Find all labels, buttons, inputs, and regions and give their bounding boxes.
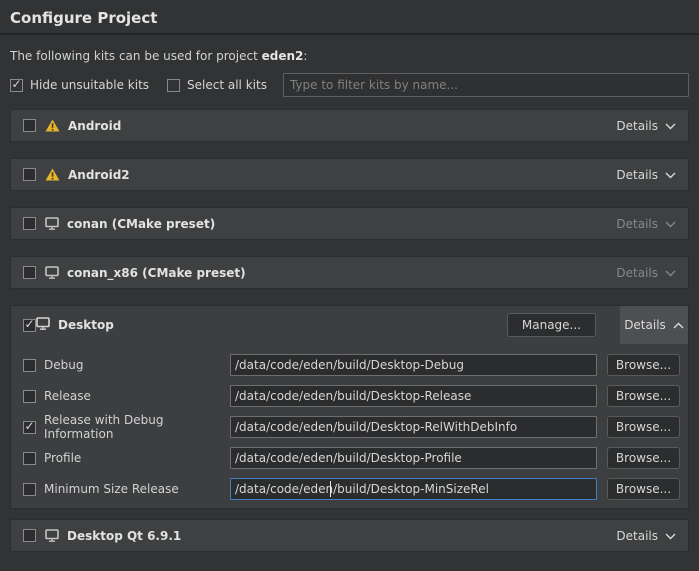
chevron-down-icon	[665, 123, 676, 130]
warning-icon	[45, 119, 60, 132]
browse-button[interactable]: Browse...	[607, 385, 680, 407]
kit-checkbox[interactable]	[23, 119, 36, 132]
kit-row-desktop[interactable]: Desktop Manage...	[11, 306, 688, 344]
details-toggle[interactable]: Details	[616, 529, 676, 543]
hide-unsuitable-label[interactable]: Hide unsuitable kits	[30, 78, 149, 92]
browse-button[interactable]: Browse...	[607, 354, 680, 376]
chevron-down-icon	[665, 270, 676, 277]
monitor-icon	[45, 529, 59, 542]
select-all-checkbox[interactable]	[167, 79, 180, 92]
kit-list: Android Details Android2 Details conan (…	[0, 109, 699, 552]
details-label: Details	[616, 168, 658, 182]
kit-section-desktop: Desktop Manage... Details Debug Browse..…	[10, 305, 689, 509]
build-dir-input-debug[interactable]	[230, 354, 597, 376]
config-label: Release	[44, 389, 230, 403]
kit-name: conan_x86 (CMake preset)	[67, 266, 246, 280]
config-label: Minimum Size Release	[44, 482, 230, 496]
chevron-down-icon	[665, 172, 676, 179]
browse-button[interactable]: Browse...	[607, 447, 680, 469]
chevron-down-icon	[665, 221, 676, 228]
details-toggle: Details	[616, 217, 676, 231]
details-label: Details	[616, 266, 658, 280]
monitor-icon	[45, 217, 59, 230]
kit-row-android2[interactable]: Android2 Details	[10, 158, 689, 191]
details-toggle[interactable]: Details	[616, 119, 676, 133]
monitor-icon	[45, 266, 59, 279]
select-all-label[interactable]: Select all kits	[187, 78, 267, 92]
kit-checkbox[interactable]	[23, 217, 36, 230]
details-toggle-expanded[interactable]: Details	[620, 306, 688, 344]
details-label: Details	[624, 318, 666, 332]
kit-name: Android2	[68, 168, 130, 182]
kit-name: conan (CMake preset)	[67, 217, 215, 231]
kit-row-conan[interactable]: conan (CMake preset) Details	[10, 207, 689, 240]
config-checkbox[interactable]	[23, 390, 36, 403]
config-checkbox[interactable]	[23, 421, 36, 434]
build-dir-input-release[interactable]	[230, 385, 597, 407]
kit-row-android[interactable]: Android Details	[10, 109, 689, 142]
config-label: Profile	[44, 451, 230, 465]
chevron-down-icon	[665, 533, 676, 540]
build-dir-input-minsizerel[interactable]	[230, 478, 597, 500]
project-name: eden2	[262, 49, 304, 63]
kit-checkbox[interactable]	[23, 319, 36, 332]
monitor-icon	[36, 317, 50, 333]
intro-after: :	[303, 49, 307, 63]
intro-text: The following kits can be used for proje…	[10, 49, 689, 63]
kit-name: Desktop	[58, 318, 114, 332]
title-separator	[0, 33, 699, 35]
details-label: Details	[616, 217, 658, 231]
kit-row-desktop-qt[interactable]: Desktop Qt 6.9.1 Details	[10, 519, 689, 552]
kit-name: Android	[68, 119, 121, 133]
config-row-release: Release Browse...	[23, 385, 680, 407]
config-label: Debug	[44, 358, 230, 372]
kit-checkbox[interactable]	[23, 168, 36, 181]
config-row-profile: Profile Browse...	[23, 447, 680, 469]
config-checkbox[interactable]	[23, 359, 36, 372]
warning-icon	[45, 168, 60, 181]
chevron-up-icon	[673, 318, 684, 332]
details-toggle[interactable]: Details	[616, 168, 676, 182]
browse-button[interactable]: Browse...	[607, 478, 680, 500]
config-row-minsizerel: Minimum Size Release Browse...	[23, 478, 680, 500]
config-checkbox[interactable]	[23, 483, 36, 496]
kit-checkbox[interactable]	[23, 529, 36, 542]
kit-checkbox[interactable]	[23, 266, 36, 279]
details-label: Details	[616, 119, 658, 133]
manage-kits-button[interactable]: Manage...	[507, 313, 596, 337]
filter-controls: Hide unsuitable kits Select all kits	[10, 73, 689, 97]
details-toggle: Details	[616, 266, 676, 280]
config-label: Release with Debug Information	[44, 413, 230, 441]
intro-before: The following kits can be used for proje…	[10, 49, 262, 63]
page-title: Configure Project	[10, 9, 689, 28]
config-row-debug: Debug Browse...	[23, 354, 680, 376]
hide-unsuitable-checkbox[interactable]	[10, 79, 23, 92]
config-checkbox[interactable]	[23, 452, 36, 465]
kit-name: Desktop Qt 6.9.1	[67, 529, 181, 543]
details-label: Details	[616, 529, 658, 543]
build-dir-input-profile[interactable]	[230, 447, 597, 469]
build-dir-input-relwithdebinfo[interactable]	[230, 416, 597, 438]
build-config-list: Debug Browse... Release Browse... Releas…	[11, 344, 688, 500]
browse-button[interactable]: Browse...	[607, 416, 680, 438]
kit-filter-input[interactable]	[283, 73, 689, 97]
kit-row-conan-x86[interactable]: conan_x86 (CMake preset) Details	[10, 256, 689, 289]
config-row-relwithdebinfo: Release with Debug Information Browse...	[23, 416, 680, 438]
